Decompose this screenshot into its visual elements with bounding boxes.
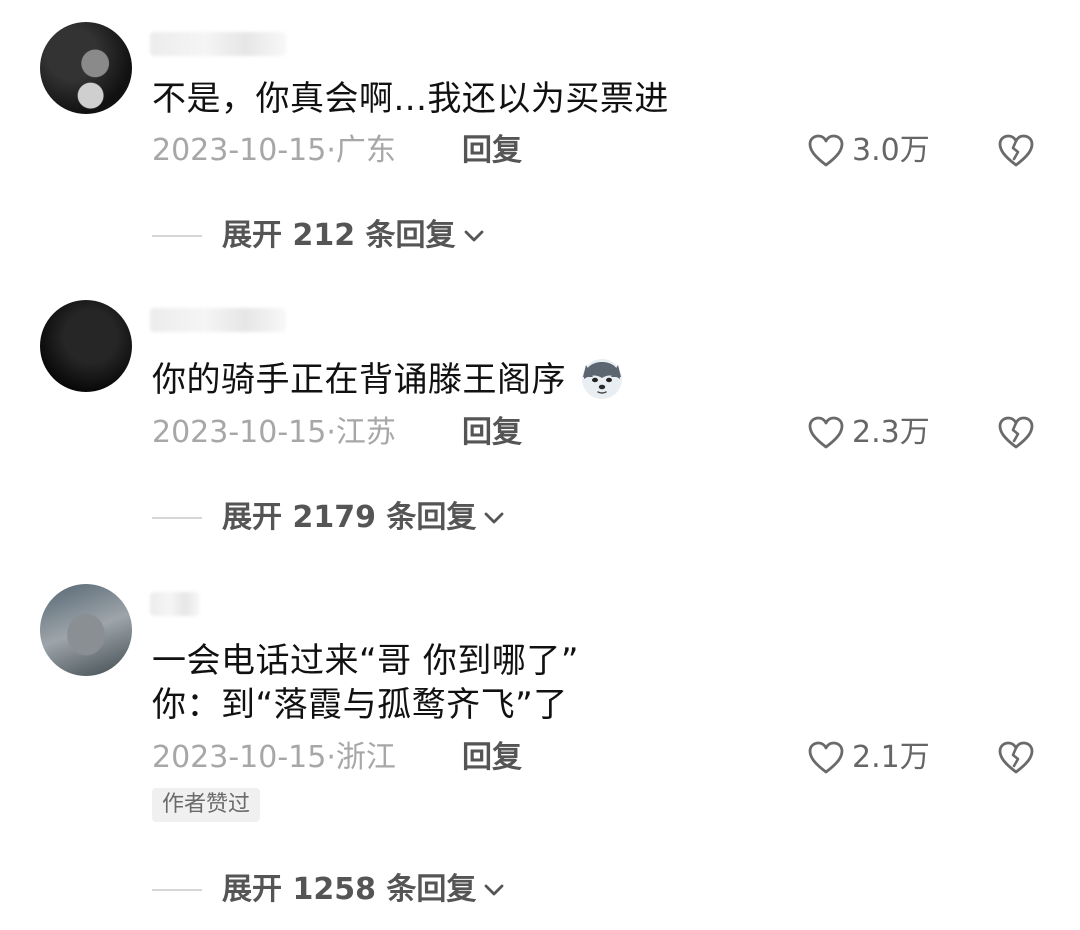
- username-blurred[interactable]: [150, 308, 286, 332]
- comment-text-line-2: 你：到“落霞与孤鹜齐飞”了: [152, 685, 568, 725]
- comment-date: 2023-10-15: [152, 133, 327, 168]
- username-blurred[interactable]: [150, 32, 286, 56]
- husky-dog-emoji: [582, 359, 623, 399]
- comment-text-line-1: 一会电话过来“哥 你到哪了”: [152, 641, 580, 681]
- expand-replies-label: 展开 2179 条回复: [222, 500, 477, 535]
- like-button[interactable]: 2.3万: [806, 413, 930, 453]
- broken-heart-icon: [998, 741, 1034, 774]
- reply-button[interactable]: 回复: [462, 131, 522, 171]
- comment-text-content: 你的骑手正在背诵滕王阁序: [152, 360, 566, 400]
- comment-location: 浙江: [335, 740, 396, 775]
- reply-button[interactable]: 回复: [462, 413, 522, 453]
- comment-date: 2023-10-15: [152, 415, 327, 450]
- dislike-button[interactable]: [996, 131, 1036, 171]
- comment-meta: 2023-10-15·浙江: [152, 738, 396, 778]
- author-liked-badge: 作者赞过: [152, 788, 261, 822]
- heart-outline-icon: [808, 416, 844, 449]
- meta-separator: ·: [326, 133, 336, 168]
- expand-replies-label: 展开 212 条回复: [222, 218, 456, 253]
- comment-date: 2023-10-15: [152, 740, 327, 775]
- comment-text: 不是，你真会啊...我还以为买票进: [152, 79, 669, 119]
- like-button[interactable]: 2.1万: [806, 738, 930, 778]
- comment-text: 你的骑手正在背诵滕王阁序: [152, 355, 625, 405]
- avatar[interactable]: [40, 22, 132, 114]
- expand-divider: [152, 517, 202, 519]
- meta-separator: ·: [326, 740, 336, 775]
- dislike-button[interactable]: [996, 738, 1036, 778]
- expand-divider: [152, 889, 202, 891]
- expand-replies-button[interactable]: 展开 1258 条回复: [152, 870, 506, 910]
- avatar[interactable]: [40, 584, 132, 676]
- comment-meta: 2023-10-15·广东: [152, 131, 396, 171]
- expand-replies-button[interactable]: 展开 2179 条回复: [152, 498, 506, 538]
- comment-meta: 2023-10-15·江苏: [152, 413, 396, 453]
- heart-outline-icon: [808, 741, 844, 774]
- like-button[interactable]: 3.0万: [806, 131, 930, 171]
- dislike-button[interactable]: [996, 413, 1036, 453]
- like-count: 3.0万: [852, 133, 930, 168]
- expand-replies-label: 展开 1258 条回复: [222, 872, 477, 907]
- comment-location: 广东: [335, 133, 396, 168]
- chevron-down-icon: [464, 230, 483, 242]
- expand-replies-button[interactable]: 展开 212 条回复: [152, 216, 486, 256]
- heart-outline-icon: [808, 134, 844, 167]
- reply-button[interactable]: 回复: [462, 738, 522, 778]
- chevron-down-icon: [484, 512, 504, 524]
- like-count: 2.1万: [852, 740, 930, 775]
- chevron-down-icon: [484, 884, 504, 896]
- meta-separator: ·: [326, 415, 336, 450]
- username-blurred[interactable]: [150, 592, 200, 616]
- comment-location: 江苏: [335, 415, 396, 450]
- broken-heart-icon: [998, 416, 1034, 449]
- avatar[interactable]: [40, 300, 132, 392]
- broken-heart-icon: [998, 134, 1034, 167]
- like-count: 2.3万: [852, 415, 930, 450]
- expand-divider: [152, 235, 202, 237]
